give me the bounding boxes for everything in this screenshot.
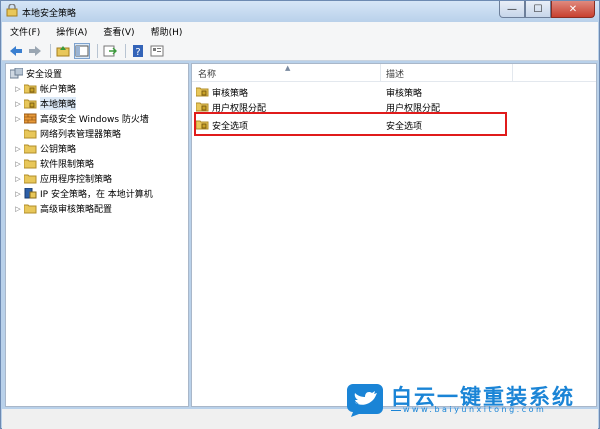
expand-arrow-icon[interactable]: ▷ <box>14 160 22 168</box>
properties-button[interactable] <box>149 43 165 59</box>
help-icon: ? <box>133 44 143 57</box>
menu-view[interactable]: 查看(V) <box>95 25 142 38</box>
expand-arrow-icon[interactable]: ▷ <box>14 205 22 213</box>
folder-lock-icon <box>24 99 37 109</box>
folder-lock-icon <box>24 84 37 94</box>
tree-item-software-restriction[interactable]: ▷ 软件限制策略 <box>14 156 94 171</box>
app-window: 本地安全策略 — ☐ ✕ 文件(F) 操作(A) 查看(V) 帮助(H) ? 安… <box>0 0 600 429</box>
tree-item-label: 安全设置 <box>26 70 63 80</box>
list-item-name: 审核策略 <box>212 89 249 99</box>
tree-item-advanced-audit[interactable]: ▷ 高级审核策略配置 <box>14 201 112 216</box>
folder-lock-icon <box>196 102 209 112</box>
title-bar[interactable]: 本地安全策略 — ☐ ✕ <box>1 1 599 22</box>
close-button[interactable]: ✕ <box>551 1 595 18</box>
tree-item-public-key[interactable]: ▷ 公钥策略 <box>14 141 76 156</box>
console-tree-pane[interactable]: 安全设置 ▷ 帐户策略 ▷ 本地策略 ▷ 高级安全 Windows 防火墙 网络… <box>5 63 189 407</box>
toolbar-separator <box>97 43 98 58</box>
expand-arrow-icon[interactable]: ▷ <box>14 145 22 153</box>
up-level-button[interactable] <box>55 43 71 59</box>
folder-icon <box>24 144 37 154</box>
tree-item-ip-security[interactable]: ▷ IP 安全策略，在 本地计算机 <box>14 186 153 201</box>
folder-lock-icon <box>196 87 209 97</box>
column-description[interactable]: 描述 <box>386 67 404 80</box>
tree-item-label: 软件限制策略 <box>40 160 95 170</box>
expand-arrow-icon[interactable]: ▷ <box>14 100 22 108</box>
column-divider[interactable] <box>512 64 513 81</box>
toolbar-separator <box>125 43 126 58</box>
expand-arrow-icon[interactable]: ▷ <box>14 175 22 183</box>
maximize-icon: ☐ <box>533 3 543 15</box>
toolbar: ? <box>2 41 598 61</box>
forward-button[interactable] <box>27 43 43 59</box>
tree-item-network-list[interactable]: 网络列表管理器策略 <box>14 126 121 141</box>
tree-item-label: 高级审核策略配置 <box>40 205 113 215</box>
tree-item-label: 帐户策略 <box>40 85 77 95</box>
svg-text:?: ? <box>135 47 140 57</box>
baiyun-bird-logo-icon <box>347 384 383 417</box>
console-tree-icon <box>75 45 89 56</box>
minimize-button[interactable]: — <box>499 1 525 18</box>
ip-security-icon <box>24 188 37 199</box>
menu-help[interactable]: 帮助(H) <box>143 25 191 38</box>
expand-arrow-icon[interactable]: ▷ <box>14 85 22 93</box>
tree-item-security-settings[interactable]: 安全设置 <box>8 66 62 81</box>
properties-icon <box>150 45 164 56</box>
close-icon: ✕ <box>568 3 578 15</box>
tree-item-label: 公钥策略 <box>40 145 77 155</box>
column-header: 名称 ▲ 描述 <box>192 64 596 82</box>
tree-item-app-control[interactable]: ▷ 应用程序控制策略 <box>14 171 112 186</box>
tree-item-firewall[interactable]: ▷ 高级安全 Windows 防火墙 <box>14 111 149 126</box>
export-list-icon <box>103 45 117 56</box>
tree-item-label: IP 安全策略，在 本地计算机 <box>40 190 153 200</box>
tree-item-label: 高级安全 Windows 防火墙 <box>40 115 149 125</box>
help-button[interactable]: ? <box>130 43 146 59</box>
export-list-button[interactable] <box>102 43 118 59</box>
minimize-icon: — <box>507 3 517 15</box>
maximize-button[interactable]: ☐ <box>525 1 551 18</box>
expand-arrow-icon[interactable]: ▷ <box>14 190 22 198</box>
column-divider[interactable] <box>380 64 381 81</box>
folder-icon <box>24 129 37 139</box>
folder-icon <box>24 174 37 184</box>
tree-item-local-policies[interactable]: ▷ 本地策略 <box>14 96 77 111</box>
watermark-line <box>391 410 401 411</box>
window-title: 本地安全策略 <box>22 9 77 19</box>
tree-item-label: 网络列表管理器策略 <box>40 130 122 140</box>
forward-arrow-icon <box>29 45 41 56</box>
tree-item-label: 应用程序控制策略 <box>40 175 113 185</box>
list-item-audit-policy[interactable]: 审核策略 审核策略 <box>192 84 596 99</box>
column-name[interactable]: 名称 <box>198 67 216 80</box>
menu-bar: 文件(F) 操作(A) 查看(V) 帮助(H) <box>2 22 598 42</box>
menu-file[interactable]: 文件(F) <box>2 25 48 38</box>
toolbar-separator <box>50 43 51 58</box>
security-settings-icon <box>10 68 23 79</box>
firewall-icon <box>24 113 37 124</box>
folder-icon <box>24 204 37 214</box>
red-highlight-box <box>194 112 507 136</box>
local-security-policy-icon <box>6 4 18 17</box>
caption-buttons: — ☐ ✕ <box>499 1 595 19</box>
expand-arrow-icon[interactable]: ▷ <box>14 115 22 123</box>
watermark-url: www.baiyunxitong.com <box>403 405 547 414</box>
back-button[interactable] <box>8 43 24 59</box>
back-arrow-icon <box>10 45 22 56</box>
up-folder-icon <box>56 45 70 56</box>
sort-ascending-icon: ▲ <box>285 64 291 72</box>
tree-item-account-policies[interactable]: ▷ 帐户策略 <box>14 81 76 96</box>
tree-item-label: 本地策略 <box>40 97 77 110</box>
show-hide-tree-button[interactable] <box>74 42 90 59</box>
folder-icon <box>24 159 37 169</box>
list-item-description: 审核策略 <box>386 89 423 99</box>
menu-action[interactable]: 操作(A) <box>48 25 95 38</box>
